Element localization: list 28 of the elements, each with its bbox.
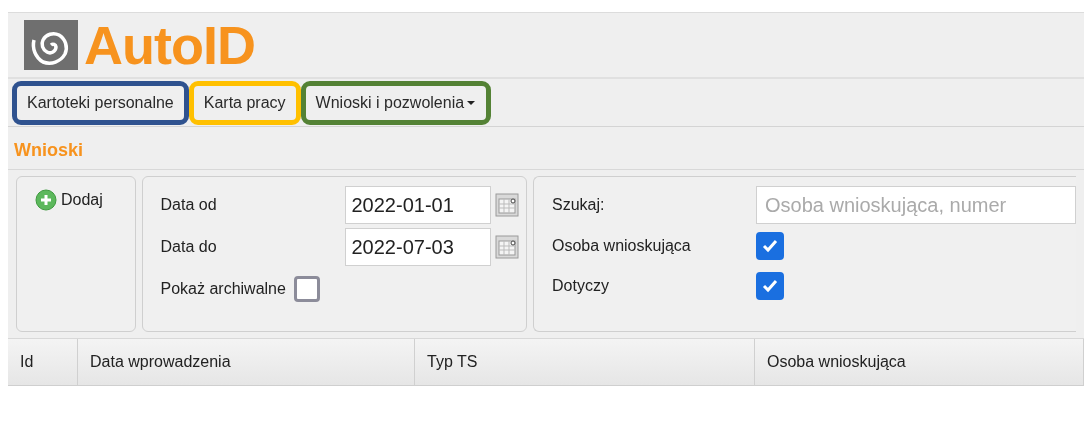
menu-item[interactable]: Kartoteki personalne bbox=[12, 80, 189, 125]
checkbox-label: Dotyczy bbox=[552, 276, 610, 296]
field-label: Data do bbox=[160, 237, 218, 257]
column-header[interactable]: Data wprowadzenia bbox=[90, 350, 231, 374]
checkbox-label: Pokaż archiwalne bbox=[160, 279, 286, 299]
column-header[interactable]: Id bbox=[20, 350, 34, 374]
checkbox-label: Osoba wnioskująca bbox=[552, 236, 692, 256]
calendar-icon[interactable] bbox=[494, 193, 519, 217]
checkbox[interactable] bbox=[293, 276, 320, 302]
date-field[interactable]: 2022-07-03 bbox=[344, 228, 491, 266]
check-icon bbox=[762, 279, 778, 293]
menu-item[interactable]: Karta pracy bbox=[188, 80, 301, 125]
plus-icon bbox=[35, 189, 57, 211]
search-field[interactable]: Osoba wnioskująca, numer bbox=[756, 186, 1076, 224]
page-title: Wnioski bbox=[13, 139, 84, 162]
spiral-logo-icon bbox=[24, 20, 78, 70]
logo-text: AutoID bbox=[84, 18, 255, 72]
field-label: Szukaj: bbox=[552, 195, 606, 215]
column-header[interactable]: Osoba wnioskująca bbox=[767, 350, 906, 374]
calendar-icon[interactable] bbox=[494, 235, 519, 259]
menu-item[interactable]: Wnioski i pozwolenia bbox=[300, 80, 492, 125]
checkbox[interactable] bbox=[756, 232, 784, 260]
column-header[interactable]: Typ TS bbox=[427, 350, 478, 374]
check-icon bbox=[762, 239, 778, 253]
add-button[interactable]: Dodaj bbox=[35, 188, 103, 212]
field-label: Data od bbox=[160, 195, 218, 215]
date-field[interactable]: 2022-01-01 bbox=[344, 186, 491, 224]
checkbox[interactable] bbox=[756, 272, 784, 300]
